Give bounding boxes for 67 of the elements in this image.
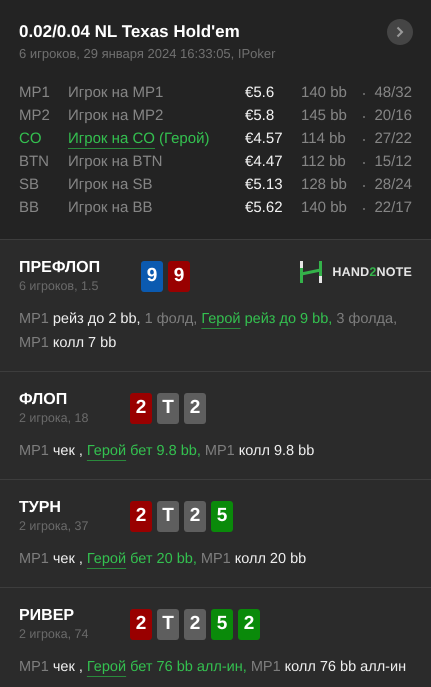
stack-bb: 112 bb — [301, 152, 347, 172]
playing-card: 5 — [211, 609, 233, 640]
hand-subtitle: 6 игроков, 29 января 2024 16:33:05, IPoker — [19, 45, 276, 62]
player-stats: 28/24 — [373, 175, 412, 196]
position-label: CO — [19, 129, 42, 150]
stack-bb: 114 bb — [301, 129, 347, 150]
hero-link[interactable]: Герой — [86, 659, 126, 675]
playing-card: T — [157, 393, 179, 424]
player-name: Игрок на SB — [68, 176, 152, 194]
action-summary: MP1 чек , Герой бет 76 bb алл-ин, MP1 колл 76 bb алл-ин — [19, 658, 408, 677]
hero-link[interactable]: Герой — [201, 311, 241, 327]
next-button[interactable] — [387, 19, 413, 45]
playing-card: 2 — [238, 609, 260, 640]
stack-bb: 145 bb — [301, 106, 348, 126]
street-title: ТУРН — [19, 498, 62, 518]
playing-card: 5 — [211, 501, 233, 532]
player-stats: 48/32 — [373, 83, 412, 104]
player-stats: 22/17 — [373, 198, 412, 218]
action-summary: MP1 рейз до 2 bb, 1 фолд, Герой рейз до 9 bb, 3 фолда, MP1 колл 7 bb — [19, 310, 398, 353]
stack-bb: 140 bb — [301, 198, 348, 218]
player-name-link[interactable]: Игрок на CO — [68, 130, 155, 148]
player-stats: 27/22 — [373, 129, 412, 150]
stack-bb: 140 bb — [301, 83, 348, 104]
player-name: Игрок на BB — [68, 199, 152, 216]
hand-title: 0.02/0.04 NL Texas Hold'em — [19, 21, 240, 43]
stack-amount: €4.57 — [245, 129, 284, 150]
street-title: ФЛОП — [19, 390, 68, 410]
stack-amount: €4.47 — [245, 152, 284, 172]
playing-card: T — [157, 609, 179, 640]
playing-card: T — [157, 501, 179, 532]
street-title: ПРЕФЛОП — [19, 258, 102, 278]
player-name: Игрок на MP1 — [68, 84, 164, 102]
action-summary: MP1 чек , Герой бет 9.8 bb, MP1 колл 9.8 bb — [19, 442, 316, 461]
action-summary: MP1 чек , Герой бет 20 bb, MP1 колл 20 bb — [19, 550, 308, 569]
playing-card: 2 — [184, 609, 206, 640]
position-label: BB — [19, 198, 40, 218]
position-label: MP1 — [19, 83, 51, 104]
playing-card: 2 — [130, 501, 152, 532]
hero-link[interactable]: Герой — [86, 443, 126, 459]
stack-amount: €5.62 — [245, 198, 284, 218]
logo-text: HAND2NOTE — [332, 264, 412, 281]
hero-tag: (Герой) — [158, 130, 210, 148]
player-name: Игрок на BTN — [68, 153, 162, 170]
player-stats: 15/12 — [373, 152, 412, 172]
stack-amount: €5.8 — [245, 106, 276, 126]
position-label: MP2 — [19, 106, 51, 126]
street-subtitle: 2 игрока, 37 — [19, 518, 90, 534]
position-label: BTN — [19, 152, 50, 172]
playing-card: 2 — [130, 393, 152, 424]
player-name: Игрок на MP2 — [68, 107, 164, 124]
stack-amount: €5.13 — [245, 175, 284, 196]
stack-bb: 128 bb — [301, 175, 348, 196]
stack-amount: €5.6 — [245, 83, 276, 104]
street-subtitle: 6 игроков, 1.5 — [19, 278, 100, 294]
hero-link[interactable]: Герой — [86, 551, 126, 567]
playing-card: 2 — [184, 501, 206, 532]
playing-card: 9 — [168, 261, 190, 292]
street-title: РИВЕР — [19, 606, 76, 626]
logo-icon — [300, 261, 322, 283]
position-label: SB — [19, 175, 40, 196]
playing-card: 9 — [141, 261, 163, 292]
chevron-right-icon — [396, 26, 404, 38]
street-subtitle: 2 игрока, 18 — [19, 410, 90, 426]
street-subtitle: 2 игрока, 74 — [19, 626, 90, 642]
playing-card: 2 — [130, 609, 152, 640]
player-stats: 20/16 — [373, 106, 412, 126]
playing-card: 2 — [184, 393, 206, 424]
